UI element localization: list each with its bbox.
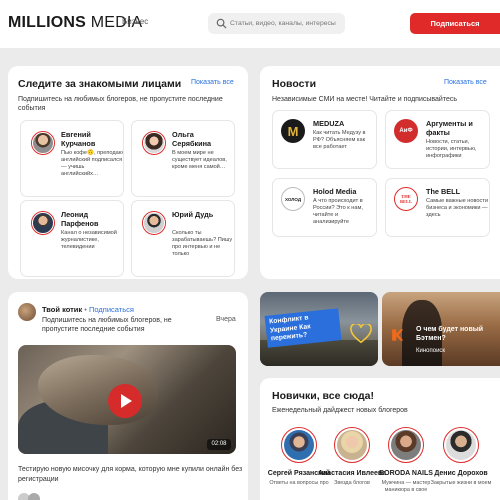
news-desc: А что происходит в России? Это к нам, чи… (313, 198, 363, 225)
person-card[interactable]: Евгений Курчанов Пью кофе🙃, преподаю анг… (20, 120, 124, 197)
bell-logo: THE BELL (394, 187, 418, 211)
newbie-desc: Закрытые жизни в моем (430, 479, 492, 486)
person-name: Леонид Парфенов (61, 210, 99, 228)
avatar (281, 427, 317, 463)
search-icon (216, 18, 227, 29)
post-follow-link[interactable]: Подписаться (89, 305, 134, 314)
search-bar[interactable] (208, 13, 345, 34)
avatar (334, 427, 370, 463)
post-author-line: Твой котик • Подписаться (42, 305, 134, 314)
person-card[interactable]: Юрий Дудь Сколько ты зарабатываешь? Пишу… (131, 200, 235, 277)
post-caption: Тестирую новую мисочку для корма, котору… (18, 466, 243, 483)
person-card[interactable]: Леонид Парфенов Канал о независимой журн… (20, 200, 124, 277)
news-item[interactable]: THE BELL The BELL Самые важные новости б… (385, 178, 490, 237)
person-desc: Сколько ты зарабатываешь? Пишу про интер… (172, 230, 233, 257)
promo-ukraine[interactable]: Конфликт в Украине Как пережить? (260, 292, 378, 366)
avatar (142, 131, 166, 155)
subscribe-button[interactable]: Подписаться (410, 13, 500, 34)
avatar (142, 211, 166, 235)
news-desc: Новости, статьи, истории, интервью, инфо… (426, 139, 477, 159)
newbies-title: Новички, все сюда! (272, 390, 375, 402)
newbie-name: Денис Дорохов (434, 470, 488, 477)
news-show-all-link[interactable]: Показать все (444, 79, 487, 86)
follow-show-all-link[interactable]: Показать все (191, 79, 234, 86)
avatar (31, 211, 55, 235)
avatar (443, 427, 479, 463)
post-text: Подпишитесь на любимых блогеров, не проп… (42, 317, 172, 333)
post-separator: • (84, 305, 87, 314)
heart-icon (350, 324, 372, 344)
promo-batman[interactable]: О чем будет новый Бэтмен? Кинопоиск (382, 292, 500, 366)
news-name: Аргументы и факты (426, 119, 473, 137)
comment-avatar (28, 493, 40, 500)
aif-logo: АиФ (394, 119, 418, 143)
promo-source: Кинопоиск (416, 348, 446, 354)
post-author[interactable]: Твой котик (42, 305, 82, 314)
kinopoisk-icon (392, 329, 404, 341)
person-name: Ольга Серябкина (172, 130, 212, 148)
top-bar: MILLIONS MEDIA Бизнес Подписаться (0, 0, 500, 48)
news-item[interactable]: ХОЛОД Holod Media А что происходит в Рос… (272, 178, 377, 237)
follow-title: Следите за знакомыми лицами (18, 78, 182, 90)
news-name: Holod Media (313, 187, 357, 196)
play-button[interactable] (108, 384, 142, 418)
news-name: MEDUZA (313, 119, 345, 128)
person-name: Евгений Курчанов (61, 130, 96, 148)
post-author-avatar[interactable] (18, 303, 36, 321)
person-desc: Канал о независимой журналистике, телеви… (61, 230, 117, 250)
section-label[interactable]: Бизнес (116, 17, 148, 26)
news-item[interactable]: АиФ Аргументы и факты Новости, статьи, и… (385, 110, 490, 169)
holod-logo: ХОЛОД (281, 187, 305, 211)
news-name: The BELL (426, 187, 461, 196)
promo-label: О чем будет новый Бэтмен? (416, 326, 484, 342)
news-subtitle: Независимые СМИ на месте! Читайте и подп… (272, 96, 458, 103)
person-card[interactable]: Ольга Серябкина В моем мире не существуе… (131, 120, 235, 197)
person-desc: В моем мире не существует идеалов, кроме… (172, 150, 227, 170)
person-desc: Пью кофе🙃, преподаю английский подписалс… (61, 150, 123, 177)
news-desc: Как читать Медузу в РФ? Объясняем как вс… (313, 130, 366, 150)
news-title: Новости (272, 78, 317, 90)
news-item[interactable]: M MEDUZA Как читать Медузу в РФ? Объясня… (272, 110, 377, 169)
person-name: Юрий Дудь (172, 210, 214, 219)
meduza-logo: M (281, 119, 305, 143)
follow-subtitle: Подпишитесь на любимых блогеров, не проп… (18, 96, 223, 112)
newbies-subtitle: Еженедельный дайджест новых блогеров (272, 407, 408, 414)
news-desc: Самые важные новости бизнеса и экономики… (426, 198, 488, 218)
newbie-item[interactable]: Денис Дорохов Закрытые жизни в моем (426, 427, 496, 487)
video-duration: 02:08 (207, 439, 231, 450)
avatar (388, 427, 424, 463)
post-time: Вчера (216, 316, 236, 323)
avatar (31, 131, 55, 155)
logo-bold: MILLIONS (8, 14, 87, 31)
search-input[interactable] (230, 16, 342, 31)
